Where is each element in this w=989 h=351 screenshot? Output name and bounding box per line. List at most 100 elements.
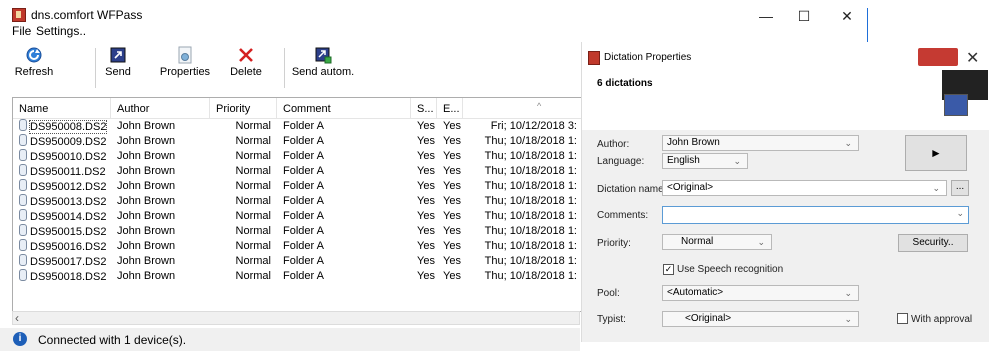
delete-icon <box>239 48 253 62</box>
language-select[interactable]: English ⌄ <box>662 153 748 169</box>
table-row[interactable]: DS950013.DS2 John Brown Normal Folder A Yes Y… <box>13 194 581 209</box>
column-header-author[interactable]: Author <box>111 98 210 118</box>
menu-file[interactable]: File <box>12 24 31 38</box>
chevron-down-icon: ⌄ <box>844 138 852 148</box>
file-name: DS950012.DS2 <box>30 181 107 193</box>
delete-button[interactable]: Delete <box>228 46 264 92</box>
column-header-priority[interactable]: Priority <box>210 98 277 118</box>
security-button[interactable]: Security.. <box>898 234 968 252</box>
cell-comment: Folder A <box>283 120 324 132</box>
dialog-toolbar-icon[interactable] <box>918 48 958 66</box>
table-row[interactable]: DS950012.DS2 John Brown Normal Folder A Yes Y… <box>13 179 581 194</box>
table-row[interactable]: DS950017.DS2 John Brown Normal Folder A Yes Y… <box>13 254 581 269</box>
dialog-close-button[interactable]: ✕ <box>966 48 979 68</box>
pool-select[interactable]: <Automatic> ⌄ <box>662 285 859 301</box>
cell-author: John Brown <box>117 135 176 147</box>
cell-s: Yes <box>417 270 435 282</box>
column-header-comment[interactable]: Comment <box>277 98 411 118</box>
column-header-date[interactable] <box>463 98 581 118</box>
properties-button[interactable]: Properties <box>157 46 213 92</box>
cell-author: John Brown <box>117 270 176 282</box>
focus-accent-line <box>867 8 868 46</box>
typist-select[interactable]: <Original> ⌄ <box>662 311 859 327</box>
properties-icon <box>178 46 192 64</box>
cell-comment: Folder A <box>283 240 324 252</box>
send-autom-icon <box>315 47 332 64</box>
cell-s: Yes <box>417 150 435 162</box>
refresh-icon <box>26 47 42 63</box>
refresh-button[interactable]: Refresh <box>10 46 58 92</box>
speech-recognition-label: Use Speech recognition <box>677 264 784 275</box>
chevron-down-icon: ⌄ <box>844 314 852 324</box>
table-row[interactable]: DS950008.DS2 John Brown Normal Folder A Yes Y… <box>13 119 581 134</box>
cell-author: John Brown <box>117 150 176 162</box>
comments-input[interactable]: ⌄ <box>662 206 969 224</box>
file-name: DS950013.DS2 <box>30 196 107 208</box>
cell-name: DS950010.DS2 <box>13 149 111 164</box>
file-name: DS950017.DS2 <box>30 256 107 268</box>
dictation-name-browse-button[interactable]: ... <box>951 180 969 196</box>
cell-priority: Normal <box>235 120 271 132</box>
table-row[interactable]: DS950011.DS2 John Brown Normal Folder A Yes Y… <box>13 164 581 179</box>
menu-settings[interactable]: Settings.. <box>36 24 86 38</box>
cell-e: Yes <box>443 165 461 177</box>
dictation-name-select[interactable]: <Original> ⌄ <box>662 180 947 196</box>
cell-name: DS950014.DS2 <box>13 209 111 224</box>
chevron-down-icon: ⌄ <box>733 156 741 166</box>
play-button[interactable]: ► <box>905 135 967 171</box>
dictation-properties-dialog: Dictation Properties 6 dictations ✕ Auth… <box>581 42 989 342</box>
priority-select[interactable]: Normal ⌄ <box>662 234 772 250</box>
send-autom-button[interactable]: Send autom. <box>290 46 356 92</box>
table-row[interactable]: DS950016.DS2 John Brown Normal Folder A Yes Y… <box>13 239 581 254</box>
cell-date: Thu; 10/18/2018 1: <box>484 240 577 252</box>
table-row[interactable]: DS950015.DS2 John Brown Normal Folder A Yes Y… <box>13 224 581 239</box>
author-select[interactable]: John Brown ⌄ <box>662 135 859 151</box>
cell-name: DS950012.DS2 <box>13 179 111 194</box>
priority-label: Priority: <box>597 238 631 249</box>
status-text: Connected with 1 device(s). <box>38 333 187 347</box>
cell-priority: Normal <box>235 225 271 237</box>
table-row[interactable]: DS950014.DS2 John Brown Normal Folder A Yes Y… <box>13 209 581 224</box>
cell-comment: Folder A <box>283 180 324 192</box>
column-header-s[interactable]: S... <box>411 98 437 118</box>
author-label: Author: <box>597 139 630 150</box>
send-button[interactable]: Send <box>100 46 136 92</box>
author-value: John Brown <box>667 137 720 148</box>
scroll-left-icon[interactable]: ‹ <box>15 311 19 325</box>
pool-label: Pool: <box>597 288 620 299</box>
cell-name: DS950008.DS2 <box>13 119 111 134</box>
refresh-label: Refresh <box>14 66 54 78</box>
speech-recognition-checkbox[interactable]: ✓ <box>663 264 674 275</box>
send-label: Send <box>105 66 131 78</box>
table-row[interactable]: DS950009.DS2 John Brown Normal Folder A Yes Y… <box>13 134 581 149</box>
typist-value: <Original> <box>685 313 732 324</box>
file-name: DS950016.DS2 <box>30 241 107 253</box>
cell-priority: Normal <box>235 255 271 267</box>
with-approval-checkbox[interactable] <box>897 313 908 324</box>
window-title: dns.comfort WFPass <box>31 8 143 22</box>
column-header-e[interactable]: E... <box>437 98 463 118</box>
cell-e: Yes <box>443 240 461 252</box>
table-row[interactable]: DS950010.DS2 John Brown Normal Folder A Yes Y… <box>13 149 581 164</box>
microphone-file-icon <box>19 194 27 206</box>
cell-s: Yes <box>417 255 435 267</box>
microphone-file-icon <box>19 119 27 131</box>
cell-comment: Folder A <box>283 195 324 207</box>
dictation-table[interactable]: Name Author Priority Comment S... E... ^… <box>12 97 582 312</box>
column-header-name[interactable]: Name <box>13 98 111 118</box>
status-bar: i Connected with 1 device(s). <box>0 328 580 351</box>
pool-value: <Automatic> <box>667 287 724 298</box>
cell-author: John Brown <box>117 255 176 267</box>
microphone-file-icon <box>19 134 27 146</box>
send-icon <box>110 47 126 63</box>
cell-e: Yes <box>443 150 461 162</box>
file-name: DS950018.DS2 <box>30 271 107 283</box>
close-button[interactable]: ✕ <box>833 6 861 26</box>
cell-comment: Folder A <box>283 270 324 282</box>
table-row[interactable]: DS950018.DS2 John Brown Normal Folder A Yes Y… <box>13 269 581 284</box>
horizontal-scrollbar[interactable]: ‹ <box>12 311 580 325</box>
minimize-button[interactable]: — <box>752 6 780 26</box>
maximize-button[interactable]: ☐ <box>790 6 818 26</box>
microphone-file-icon <box>19 209 27 221</box>
chevron-down-icon: ⌄ <box>956 208 964 218</box>
